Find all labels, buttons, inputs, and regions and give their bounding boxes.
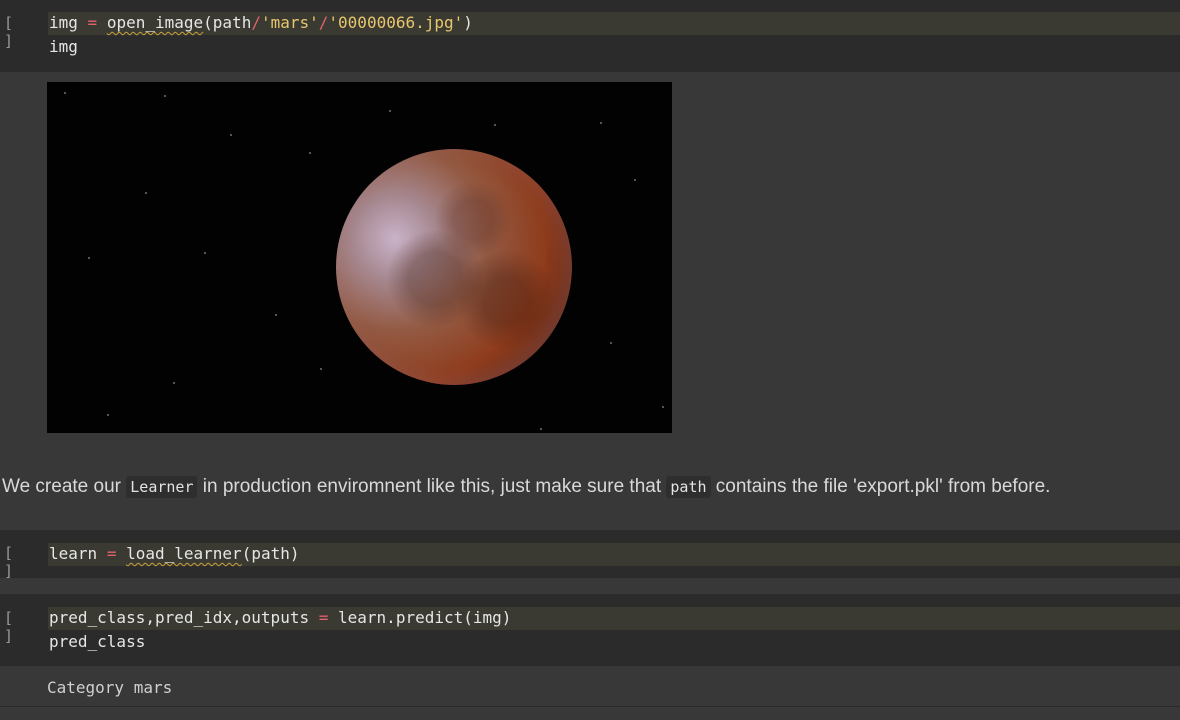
code-operator: =: [87, 13, 98, 32]
code-paren: ): [463, 13, 473, 32]
code-line-1[interactable]: learn = load_learner(path): [49, 544, 299, 564]
code-call: learn.predict(img): [338, 608, 512, 627]
output-divider: [0, 706, 1180, 707]
code-slash: /: [251, 13, 261, 32]
run-cell-button[interactable]: [ ]: [4, 14, 34, 50]
code-line-2[interactable]: pred_class: [49, 632, 145, 652]
code-cell-load-learner[interactable]: [ ] learn = load_learner(path): [0, 530, 1180, 580]
code-string: 'mars': [260, 13, 319, 32]
markdown-paragraph: We create our Learner in production envi…: [2, 476, 1050, 498]
code-arg: (path): [241, 544, 300, 563]
code-line-1[interactable]: img = open_image(path/'mars'/'00000066.j…: [49, 13, 473, 33]
code-operator: =: [318, 608, 329, 627]
code-slash: /: [318, 13, 329, 32]
code-var: img: [49, 13, 78, 32]
code-cell-open-image[interactable]: [ ] img = open_image(path/'mars'/'000000…: [0, 0, 1180, 72]
code-arg: (path: [203, 13, 252, 32]
cell-output-text: Category mars: [47, 678, 173, 697]
code-line-1[interactable]: pred_class,pred_idx,outputs = learn.pred…: [49, 608, 511, 628]
code-var: pred_class,pred_idx,outputs: [49, 608, 310, 627]
code-line-2[interactable]: img: [49, 37, 78, 57]
code-function: open_image: [106, 13, 204, 32]
markdown-text: contains the file 'export.pkl' from befo…: [710, 476, 1051, 497]
inline-code-learner: Learner: [126, 476, 198, 498]
output-image-mars: [47, 82, 672, 433]
code-string: '00000066.jpg': [328, 13, 464, 32]
run-cell-button[interactable]: [ ]: [4, 609, 34, 645]
markdown-text: We create our: [2, 476, 127, 497]
code-operator: =: [106, 544, 117, 563]
code-function: load_learner: [126, 544, 242, 563]
markdown-text: in production enviromnent like this, jus…: [197, 476, 667, 497]
code-var: learn: [49, 544, 98, 563]
inline-code-path: path: [666, 476, 711, 498]
mars-planet: [336, 149, 572, 385]
code-cell-predict[interactable]: [ ] pred_class,pred_idx,outputs = learn.…: [0, 594, 1180, 666]
run-cell-button[interactable]: [ ]: [4, 544, 34, 580]
